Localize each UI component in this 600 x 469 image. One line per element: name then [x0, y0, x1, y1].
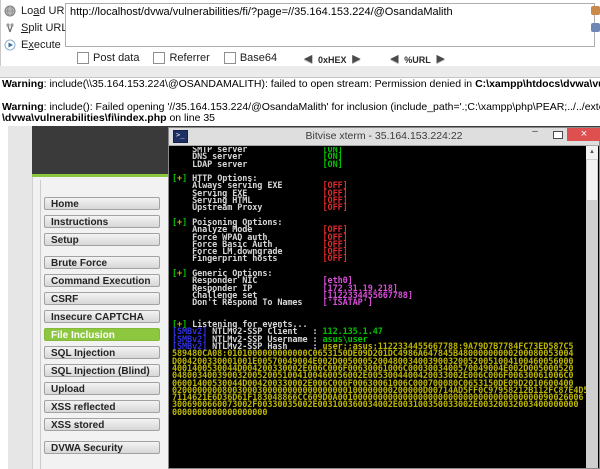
terminal-output: SMTP server [ON] DNS server [ON] LDAP se… [172, 147, 586, 467]
hex-encode-group: ◄ 0xHEX ► [301, 51, 363, 65]
toolbar-extra-icon-1[interactable] [591, 6, 600, 15]
maximize-icon [553, 131, 563, 139]
toolbar-separator [0, 66, 600, 78]
scroll-up-icon[interactable]: ▲ [586, 146, 598, 159]
hackbar-toolbar: Load URL Split URL Execute http://localh… [0, 0, 600, 66]
load-url-button[interactable]: Load URL [4, 4, 71, 18]
menu-item-xss-stored[interactable]: XSS stored [44, 418, 160, 431]
menu-item-command-execution[interactable]: Command Execution [44, 274, 160, 287]
referrer-label: Referrer [169, 52, 210, 64]
menu-item-upload[interactable]: Upload [44, 382, 160, 395]
menu-item-instructions[interactable]: Instructions [44, 215, 160, 228]
menu-item-csrf[interactable]: CSRF [44, 292, 160, 305]
base64-label: Base64 [239, 52, 278, 64]
menu-item-setup[interactable]: Setup [44, 233, 160, 246]
urlenc-label: %URL [404, 55, 431, 65]
php-warning: Warning: include(): Failed opening '//35… [2, 101, 600, 124]
page-left-margin [8, 126, 33, 469]
menu-item-xss-reflected[interactable]: XSS reflected [44, 400, 160, 413]
terminal-line: 0000000000000000000 [172, 407, 268, 418]
hex-decode-arrow-icon[interactable]: ◄ [301, 51, 315, 65]
menu-item-sql-injection[interactable]: SQL Injection [44, 346, 160, 359]
execute-button[interactable]: Execute [4, 38, 61, 52]
post-data-checkbox[interactable]: Post data [77, 52, 139, 64]
split-url-button[interactable]: Split URL [4, 21, 67, 35]
terminal-line: Upstream Proxy [OFF] [172, 203, 348, 214]
terminal-line: Fingerprint hosts [OFF] [172, 254, 348, 265]
menu-item-brute-force[interactable]: Brute Force [44, 256, 160, 269]
post-data-label: Post data [93, 52, 140, 64]
menu-item-home[interactable]: Home [44, 197, 160, 210]
hackbar-options-row: Post data Referrer Base64 ◄ 0xHEX ► ◄ %U… [77, 51, 448, 65]
php-warning: Warning: include(\\35.164.153.224\@OSAND… [2, 79, 600, 90]
maximize-button[interactable] [547, 128, 569, 141]
execute-label: Execute [21, 39, 61, 51]
terminal-scrollbar[interactable]: ▲ [586, 146, 598, 468]
load-url-label: Load URL [21, 5, 71, 17]
referrer-checkbox[interactable]: Referrer [153, 52, 210, 64]
scrollbar-thumb[interactable] [587, 160, 597, 200]
menu-item-insecure-captcha[interactable]: Insecure CAPTCHA [44, 310, 160, 323]
url-encode-arrow-icon[interactable]: ► [434, 51, 448, 65]
url-encode-group: ◄ %URL ► [387, 51, 447, 65]
menu-item-file-inclusion[interactable]: File Inclusion [44, 328, 160, 341]
menu-divider-line [40, 180, 41, 469]
checkbox-icon[interactable] [153, 52, 166, 64]
minimize-button[interactable]: – [524, 127, 546, 141]
play-icon [4, 39, 16, 51]
hex-encode-arrow-icon[interactable]: ► [350, 51, 364, 65]
toolbar-extra-icon-2[interactable] [591, 23, 600, 32]
split-icon [6, 23, 14, 33]
terminal-line: LDAP server [ON] [172, 159, 343, 170]
terminal-titlebar[interactable]: >_ Bitvise xterm - 35.164.153.224:22 – × [169, 127, 600, 146]
menu-item-dvwa-security[interactable]: DVWA Security [44, 441, 160, 454]
bitvise-xterm-window: >_ Bitvise xterm - 35.164.153.224:22 – ×… [168, 127, 600, 469]
checkbox-icon[interactable] [223, 52, 236, 64]
globe-icon [4, 5, 16, 17]
terminal-line: Don't Respond To Names ['ISATAP'] [172, 298, 373, 309]
url-decode-arrow-icon[interactable]: ◄ [387, 51, 401, 65]
hex-label: 0xHEX [318, 55, 347, 65]
dvwa-menu: Home Instructions Setup Brute Force Command … [44, 197, 160, 459]
menu-item-sql-injection-blind-[interactable]: SQL Injection (Blind) [44, 364, 160, 377]
split-url-label: Split URL [21, 22, 68, 34]
url-input[interactable]: http://localhost/dvwa/vulnerabilities/fi… [65, 3, 595, 47]
checkbox-icon[interactable] [77, 52, 89, 64]
base64-checkbox[interactable]: Base64 [223, 52, 278, 64]
close-button[interactable]: × [567, 128, 600, 141]
